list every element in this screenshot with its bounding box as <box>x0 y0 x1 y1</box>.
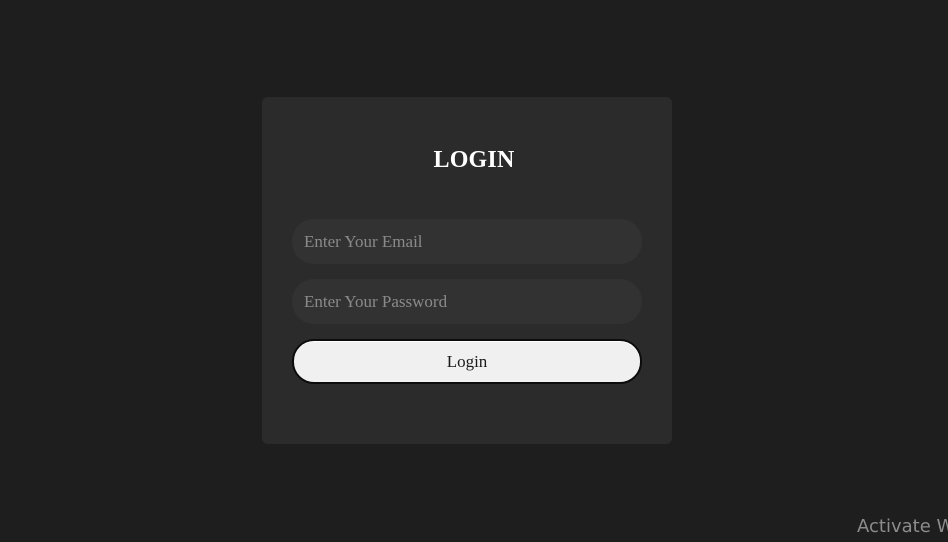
activation-watermark: Activate W <box>857 516 948 537</box>
email-input[interactable] <box>292 219 642 264</box>
password-input[interactable] <box>292 279 642 324</box>
login-button[interactable]: Login <box>292 339 642 384</box>
login-title: LOGIN <box>433 147 515 173</box>
